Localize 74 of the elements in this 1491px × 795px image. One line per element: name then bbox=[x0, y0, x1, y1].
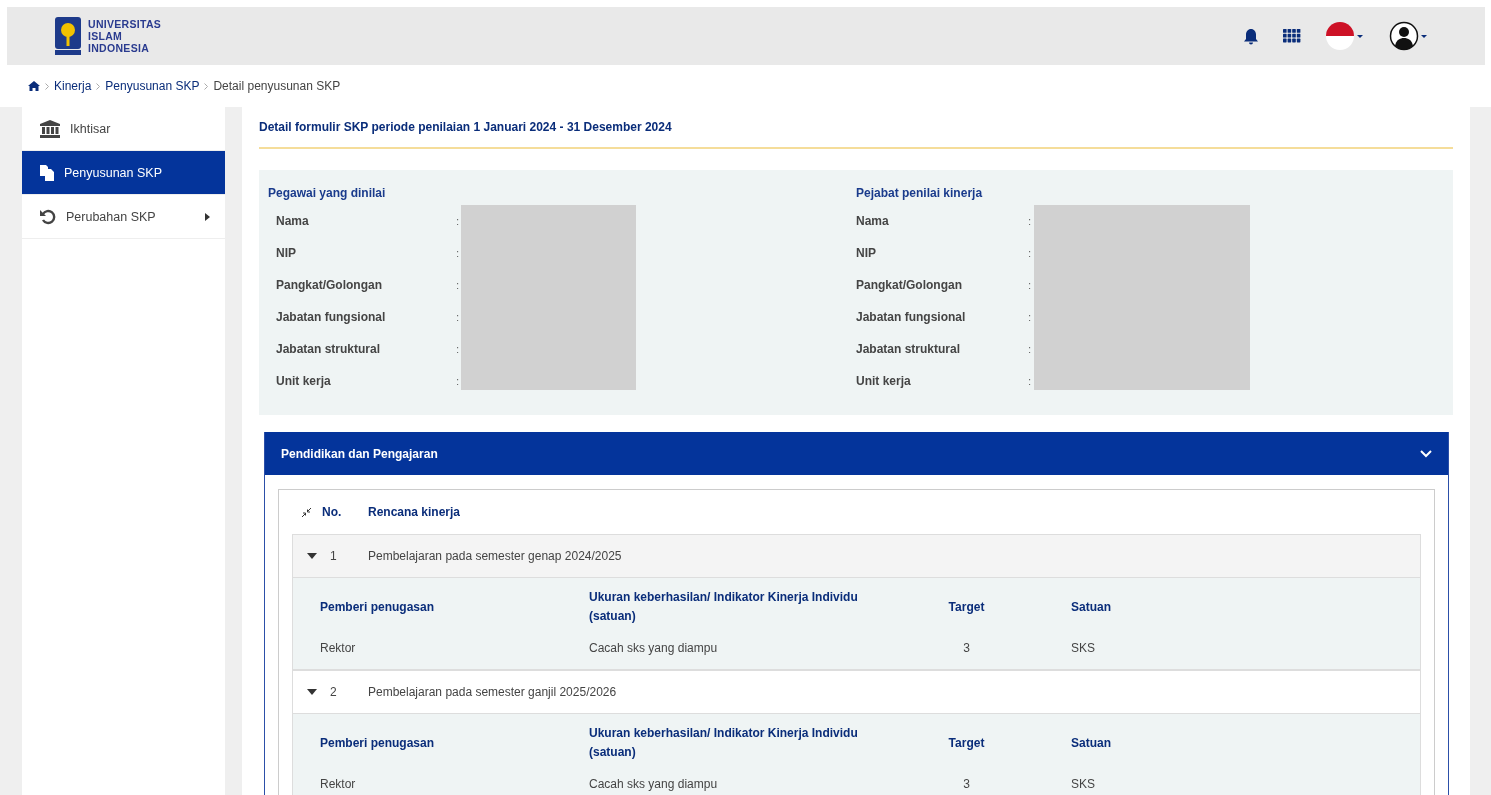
plan-title: Pembelajaran pada semester genap 2024/2025 bbox=[368, 549, 622, 563]
sidebar-item[interactable]: Perubahan SKP bbox=[22, 195, 225, 239]
row-number: 1 bbox=[330, 549, 338, 563]
field-separator: : bbox=[456, 375, 459, 387]
sidebar-item[interactable]: Penyusunan SKP bbox=[22, 151, 225, 195]
column-header: Ukuran keberhasilan/ Indikator Kinerja Individu (satuan) bbox=[589, 725, 859, 761]
field-separator: : bbox=[456, 279, 459, 291]
field-separator: : bbox=[1028, 375, 1031, 387]
panel-title: Pejabat penilai kinerja bbox=[856, 186, 984, 200]
breadcrumb-link[interactable]: Kinerja bbox=[54, 79, 92, 93]
breadcrumb-link[interactable]: Penyusunan SKP bbox=[105, 79, 200, 93]
section-header[interactable]: Pendidikan dan Pengajaran bbox=[265, 432, 1448, 475]
field-label: NIP bbox=[856, 246, 876, 260]
row-number: 2 bbox=[330, 685, 338, 699]
column-header: Pemberi penugasan bbox=[320, 598, 436, 616]
field-label: Unit kerja bbox=[276, 374, 331, 388]
field-separator: : bbox=[1028, 215, 1031, 227]
field-separator: : bbox=[456, 343, 459, 355]
apps-grid-icon[interactable] bbox=[1283, 29, 1301, 43]
field-separator: : bbox=[1028, 343, 1031, 355]
field-label: Jabatan fungsional bbox=[276, 310, 386, 324]
field-separator: : bbox=[1028, 279, 1031, 291]
chevron-icon bbox=[45, 82, 49, 90]
field-label: Nama bbox=[856, 214, 889, 228]
plan-title: Pembelajaran pada semester ganjil 2025/2026 bbox=[368, 685, 617, 699]
caret-icon[interactable] bbox=[307, 689, 317, 695]
column-header: Ukuran keberhasilan/ Indikator Kinerja Individu (satuan) bbox=[589, 589, 859, 625]
bell-icon[interactable] bbox=[1243, 27, 1259, 45]
table-cell-text: SKS bbox=[1071, 641, 1096, 655]
undo-icon bbox=[40, 208, 56, 225]
field-label: Pangkat/Golongan bbox=[856, 278, 962, 292]
field-separator: : bbox=[456, 311, 459, 323]
column-header: Rencana kinerja bbox=[368, 505, 461, 519]
table-cell-text: Cacah sks yang diampu bbox=[589, 641, 719, 655]
field-separator: : bbox=[456, 215, 459, 227]
field-separator: : bbox=[1028, 247, 1031, 259]
collapse-icon[interactable] bbox=[302, 507, 311, 517]
field-label: Jabatan fungsional bbox=[856, 310, 966, 324]
table-cell-text: Rektor bbox=[320, 641, 357, 655]
caret-icon[interactable] bbox=[307, 553, 317, 559]
column-header: Satuan bbox=[1071, 734, 1112, 752]
column-header: Pemberi penugasan bbox=[320, 734, 436, 752]
column-header: No. bbox=[322, 505, 343, 519]
column-header: Target bbox=[947, 734, 986, 752]
page-title: Detail formulir SKP periode penilaian 1 Januari 2024 - 31 Desember 2024 bbox=[259, 107, 1453, 149]
table-cell-text: 3 bbox=[962, 641, 971, 655]
user-menu-button[interactable] bbox=[1389, 21, 1429, 51]
table-cell-text: Rektor bbox=[320, 777, 357, 791]
column-header: Target bbox=[947, 598, 986, 616]
table-cell-text: 3 bbox=[962, 777, 971, 791]
home-icon[interactable] bbox=[28, 81, 40, 91]
documents-icon bbox=[40, 164, 54, 181]
university-name: UNIVERSITAS ISLAM INDONESIA bbox=[88, 18, 162, 54]
field-separator: : bbox=[1028, 311, 1031, 323]
field-label: Unit kerja bbox=[856, 374, 911, 388]
field-separator: : bbox=[456, 247, 459, 259]
field-label: Jabatan struktural bbox=[856, 342, 961, 356]
chevron-icon bbox=[96, 82, 101, 90]
chevron-icon[interactable] bbox=[1420, 449, 1432, 458]
section-title: Pendidikan dan Pengajaran bbox=[281, 446, 438, 461]
field-label: Pangkat/Golongan bbox=[276, 278, 382, 292]
field-label: Jabatan struktural bbox=[276, 342, 381, 356]
breadcrumb-current: Detail penyusunan SKP bbox=[213, 79, 341, 93]
table-cell-text: Cacah sks yang diampu bbox=[589, 777, 719, 791]
field-label: Nama bbox=[276, 214, 309, 228]
plan-row[interactable]: 1 Pembelajaran pada semester genap 2024/2025 bbox=[293, 535, 1420, 578]
crest-logo-icon bbox=[54, 16, 82, 56]
field-label: NIP bbox=[276, 246, 296, 260]
column-header: Satuan bbox=[1071, 598, 1112, 616]
language-flag-button[interactable] bbox=[1325, 21, 1365, 51]
table-cell-text: SKS bbox=[1071, 777, 1096, 791]
panel-title: Pegawai yang dinilai bbox=[268, 186, 387, 200]
chevron-icon bbox=[204, 82, 209, 90]
bank-icon bbox=[40, 119, 60, 138]
